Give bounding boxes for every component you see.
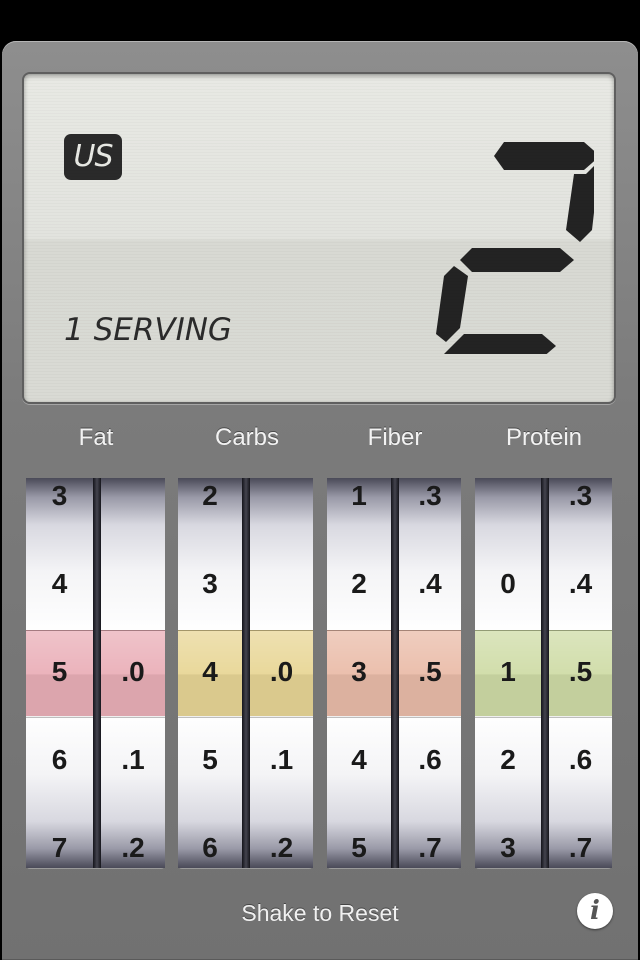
- protein-whole-selected: 1: [500, 656, 516, 687]
- info-button[interactable]: i: [577, 893, 613, 929]
- protein-whole-value: 0: [500, 568, 516, 599]
- fiber-decimal-value: .3: [418, 480, 442, 511]
- fat-decimal-selected: .0: [121, 656, 145, 687]
- column-label-fiber: Fiber: [367, 424, 423, 451]
- fat-whole-value: 6: [51, 744, 68, 775]
- fiber-whole-value: 5: [351, 832, 367, 863]
- fat-whole-selected: 5: [51, 656, 68, 687]
- column-label-carbs: Carbs: [214, 424, 280, 451]
- column-label-protein: Protein: [505, 424, 583, 451]
- segment-bottom: [440, 334, 556, 358]
- fiber-whole-selected: 3: [351, 656, 367, 687]
- shake-to-reset-hint: Shake to Reset: [241, 900, 399, 926]
- segment-upper-right: [566, 160, 600, 242]
- protein-decimal-drum[interactable]: .3 .4 .5 .6 .7: [549, 478, 612, 868]
- segment-top: [494, 142, 600, 170]
- protein-whole-value: 2: [500, 744, 516, 775]
- serving-label[interactable]: 1 SERVING: [64, 312, 232, 348]
- fat-whole-value: 7: [51, 832, 68, 863]
- protein-decimal-value: .3: [568, 480, 593, 511]
- seven-segment-digit: [436, 142, 600, 358]
- fat-decimal-drum[interactable]: .0 .1 .2: [101, 478, 165, 868]
- drum-separator: [391, 478, 399, 868]
- protein-picker: 0 1 2 3 .3 .4 .5 .6 .7: [475, 478, 612, 868]
- protein-decimal-selected: .5: [568, 656, 593, 687]
- carbs-decimal-drum[interactable]: .0 .1 .2: [250, 478, 313, 868]
- fat-decimal-value: .2: [121, 832, 145, 863]
- fiber-decimal-drum[interactable]: .3 .4 .5 .6 .7: [399, 478, 461, 868]
- protein-decimal-value: .6: [568, 744, 593, 775]
- drum-separator: [541, 478, 549, 868]
- carbs-decimal-value: .1: [269, 744, 294, 775]
- fiber-decimal-selected: .5: [418, 656, 442, 687]
- fiber-picker: 1 2 3 4 5 .3 .4 .5 .6 .7: [327, 478, 461, 868]
- drum-separator: [93, 478, 101, 868]
- fat-whole-value: 3: [51, 480, 68, 511]
- lcd-display: US 1 SERVING: [22, 72, 616, 404]
- drum-separator: [242, 478, 250, 868]
- protein-decimal-value: .4: [568, 568, 593, 599]
- fiber-whole-drum[interactable]: 1 2 3 4 5: [327, 478, 391, 868]
- protein-whole-value: 3: [500, 832, 516, 863]
- carbs-decimal-value: .2: [269, 832, 294, 863]
- fiber-decimal-value: .6: [418, 744, 442, 775]
- unit-badge[interactable]: US: [64, 134, 122, 180]
- info-icon: i: [590, 896, 600, 926]
- fiber-whole-value: 2: [351, 568, 367, 599]
- carbs-picker: 2 3 4 5 6 .0 .1 .2: [178, 478, 313, 868]
- carbs-whole-value: 2: [202, 480, 218, 511]
- fiber-decimal-value: .4: [418, 568, 442, 599]
- segment-lower-left: [436, 266, 468, 342]
- carbs-decimal-selected: .0: [269, 656, 294, 687]
- column-label-fat: Fat: [78, 424, 114, 451]
- carbs-whole-value: 5: [202, 744, 218, 775]
- fiber-decimal-value: .7: [418, 832, 442, 863]
- fat-whole-value: 4: [51, 568, 68, 599]
- carbs-whole-drum[interactable]: 2 3 4 5 6: [178, 478, 242, 868]
- protein-whole-drum[interactable]: 0 1 2 3: [475, 478, 541, 868]
- carbs-whole-value: 6: [202, 832, 218, 863]
- fat-decimal-value: .1: [121, 744, 145, 775]
- fat-whole-drum[interactable]: 3 4 5 6 7: [26, 478, 93, 868]
- carbs-whole-selected: 4: [202, 656, 218, 687]
- fiber-whole-value: 1: [351, 480, 367, 511]
- carbs-whole-value: 3: [202, 568, 218, 599]
- fat-picker: 3 4 5 6 7 .0 .1 .2: [26, 478, 165, 868]
- segment-middle: [460, 248, 574, 272]
- fiber-whole-value: 4: [351, 744, 367, 775]
- points-value-digit: [424, 134, 600, 358]
- protein-decimal-value: .7: [568, 832, 593, 863]
